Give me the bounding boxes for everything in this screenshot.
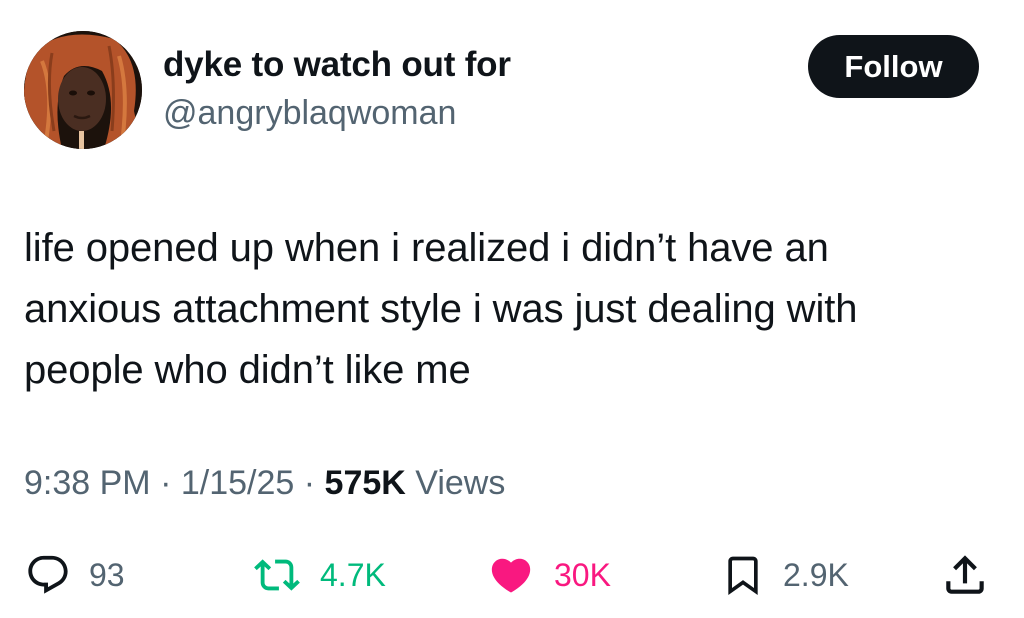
bookmark-button[interactable]: 2.9K xyxy=(721,540,849,610)
views-count[interactable]: 575K xyxy=(325,464,406,502)
bookmark-icon xyxy=(728,556,758,596)
like-count: 30K xyxy=(554,556,611,593)
bookmark-count: 2.9K xyxy=(783,556,849,593)
tweet-time[interactable]: 9:38 PM xyxy=(24,464,151,502)
reply-count: 93 xyxy=(89,556,125,593)
author-display-name[interactable]: dyke to watch out for xyxy=(163,45,511,85)
share-icon xyxy=(946,555,984,594)
follow-button[interactable]: Follow xyxy=(808,35,979,98)
tweet-date[interactable]: 1/15/25 xyxy=(181,464,294,502)
author-handle[interactable]: @angryblaqwoman xyxy=(163,94,456,133)
share-button[interactable] xyxy=(940,540,990,610)
tweet-text-line: life opened up when i realized i didn’t … xyxy=(24,226,829,270)
retweet-button[interactable]: 4.7K xyxy=(252,540,386,610)
retweet-count: 4.7K xyxy=(320,556,386,593)
tweet-text: life opened up when i realized i didn’t … xyxy=(24,218,1004,401)
retweet-icon xyxy=(254,559,300,591)
reply-icon xyxy=(28,555,68,594)
reply-button[interactable]: 93 xyxy=(25,540,125,610)
tweet-text-line: people who didn’t like me xyxy=(24,348,471,392)
like-button[interactable]: 30K xyxy=(486,540,611,610)
heart-icon xyxy=(491,558,531,593)
meta-separator: · xyxy=(160,464,181,502)
tweet-card: dyke to watch out for @angryblaqwoman Fo… xyxy=(0,0,1024,618)
tweet-text-line: anxious attachment style i was just deal… xyxy=(24,287,858,331)
meta-separator: · xyxy=(303,464,325,502)
views-label: Views xyxy=(415,464,506,502)
tweet-meta: 9:38 PM · 1/15/25 · 575K Views xyxy=(24,464,505,503)
tweet-actions: 93 4.7K 30K 2.9K xyxy=(0,540,1024,610)
avatar[interactable] xyxy=(24,31,142,149)
avatar-photo xyxy=(24,31,142,149)
